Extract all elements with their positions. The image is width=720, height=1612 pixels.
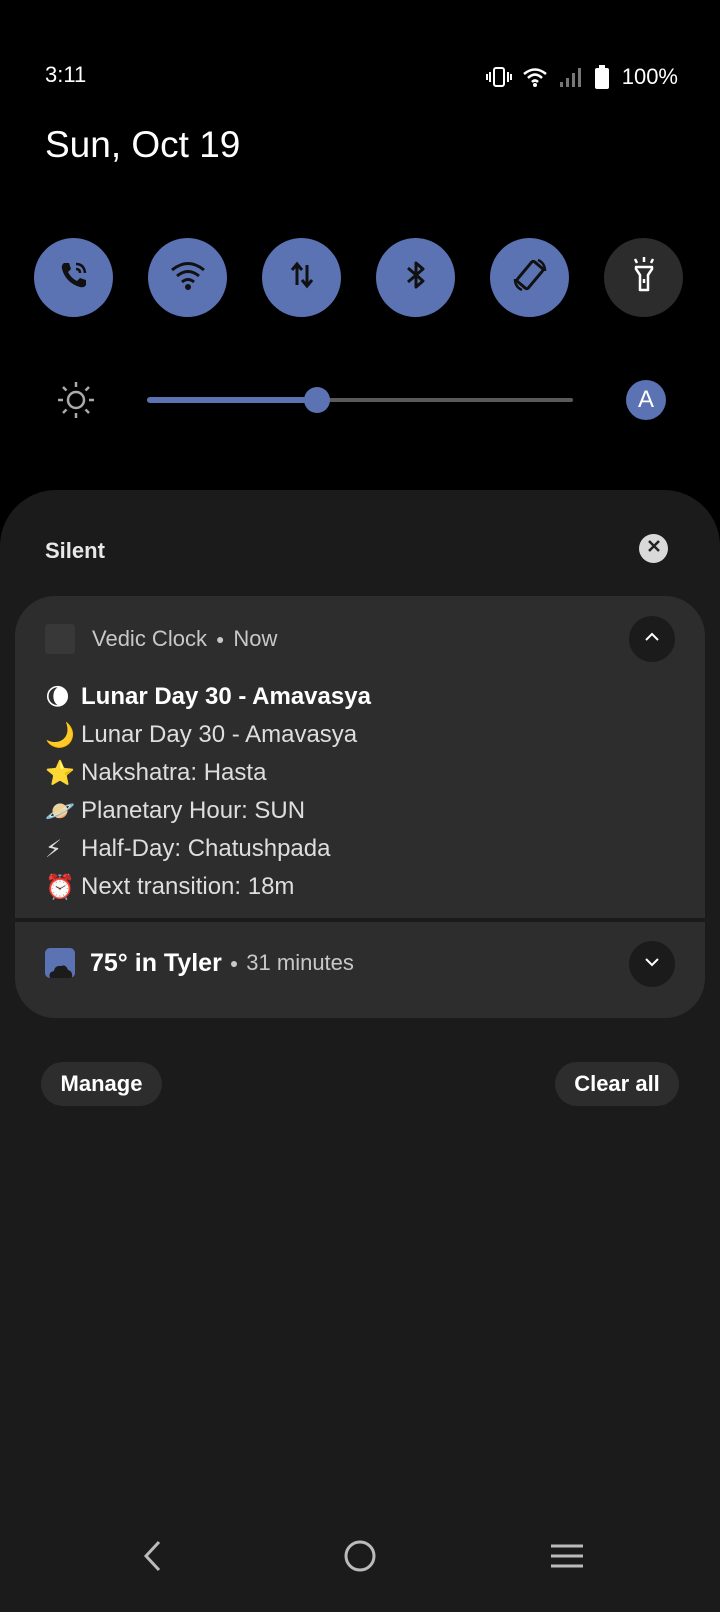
star-emoji: ⭐ (45, 759, 75, 787)
expand-button[interactable] (629, 941, 675, 987)
signal-icon (558, 66, 584, 88)
clear-all-button[interactable]: Clear all (555, 1062, 679, 1106)
wifi-calling-toggle[interactable] (34, 238, 113, 317)
notification-line: Lunar Day 30 - Amavasya (81, 683, 371, 710)
back-icon (141, 1539, 165, 1578)
alarm-clock-emoji: ⏰ (45, 873, 75, 901)
phone-wifi-icon (54, 255, 94, 300)
chevron-down-icon (643, 955, 661, 973)
rotate-icon (510, 255, 550, 300)
planet-emoji: 🪐 (45, 797, 75, 825)
notification-line-row: ⭐ Nakshatra: Hasta (45, 754, 371, 792)
status-bar: 3:11 100% (0, 0, 720, 110)
separator-dot: ● (215, 631, 225, 647)
weather-time: 31 minutes (246, 950, 354, 975)
quick-settings-row (34, 238, 684, 318)
notification-panel: Silent Vedic Clock ● Now 🌘 Lunar Day 30 (0, 490, 720, 1612)
flashlight-toggle[interactable] (604, 238, 683, 317)
vedic-clock-body[interactable]: 🌘 Lunar Day 30 - Amavasya 🌙 Lunar Day 30… (45, 678, 371, 906)
status-clock: 3:11 (45, 62, 87, 87)
back-button[interactable] (128, 1538, 178, 1578)
battery-percent: 100% (621, 64, 678, 89)
weather-cloud-icon (45, 948, 75, 978)
auto-brightness-button[interactable]: A (626, 380, 666, 420)
collapse-button[interactable] (629, 616, 675, 662)
divider (15, 918, 705, 922)
flashlight-icon (624, 255, 664, 300)
notification-line: Planetary Hour: SUN (81, 797, 306, 824)
brightness-control: A (0, 372, 720, 428)
notification-line-row: 🌙 Lunar Day 30 - Amavasya (45, 716, 371, 754)
close-icon (647, 539, 661, 558)
wifi-icon (168, 255, 208, 300)
wifi-toggle[interactable] (148, 238, 227, 317)
status-icons: 100% (485, 64, 678, 90)
bluetooth-toggle[interactable] (376, 238, 455, 317)
manage-button[interactable]: Manage (41, 1062, 162, 1106)
weather-title: 75° in Tyler (90, 948, 222, 977)
notification-line: Nakshatra: Hasta (81, 759, 267, 786)
moon-phase-emoji: 🌘 (45, 683, 71, 711)
home-button[interactable] (335, 1538, 385, 1578)
vibrate-icon (485, 66, 512, 88)
separator-dot: ● (229, 955, 239, 971)
notification-line-row: ⏰ Next transition: 18m (45, 868, 371, 906)
chevron-up-icon (643, 630, 661, 648)
weather-notification[interactable]: 75° in Tyler ● 31 minutes (45, 941, 354, 985)
battery-icon (594, 65, 610, 89)
home-icon (342, 1538, 378, 1579)
recents-icon (549, 1542, 585, 1575)
mobile-data-toggle[interactable] (262, 238, 341, 317)
app-icon (45, 624, 75, 654)
brightness-icon (56, 380, 96, 425)
crescent-moon-emoji: 🌙 (45, 721, 75, 749)
notification-line: Lunar Day 30 - Amavasya (81, 721, 358, 748)
navigation-bar (0, 1502, 720, 1612)
wifi-status-icon (522, 66, 548, 88)
notification-line: Half-Day: Chatushpada (81, 835, 331, 862)
dismiss-section-button[interactable] (639, 534, 668, 563)
auto-rotate-toggle[interactable] (490, 238, 569, 317)
notification-line-row: ⚡ Half-Day: Chatushpada (45, 830, 371, 868)
notification-card: Vedic Clock ● Now 🌘 Lunar Day 30 - Amava… (15, 596, 705, 1018)
notification-title: 🌘 Lunar Day 30 - Amavasya (45, 678, 371, 716)
section-label-silent: Silent (45, 538, 105, 563)
app-name: Vedic Clock (92, 626, 207, 651)
lightning-emoji: ⚡ (45, 835, 62, 863)
bluetooth-icon (396, 255, 436, 300)
notification-line-row: 🪐 Planetary Hour: SUN (45, 792, 371, 830)
vedic-clock-header: Vedic Clock ● Now (45, 624, 277, 654)
date-label: Sun, Oct 19 (45, 124, 241, 165)
recents-button[interactable] (542, 1538, 592, 1578)
notification-line: Next transition: 18m (81, 873, 295, 900)
brightness-slider-thumb[interactable] (304, 387, 331, 413)
notification-time: Now (233, 626, 278, 651)
brightness-slider-fill (147, 397, 318, 403)
data-arrows-icon (282, 255, 322, 300)
